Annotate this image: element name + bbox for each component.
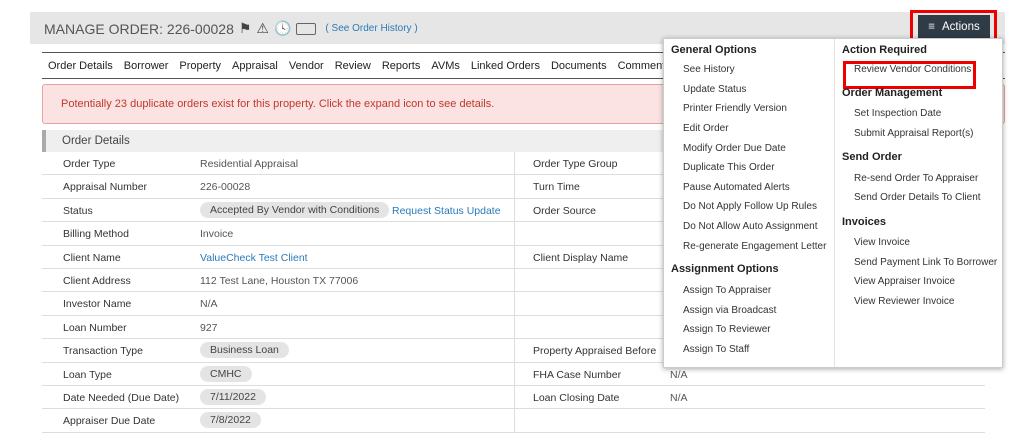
row-right-label: Loan Closing Date: [533, 391, 620, 404]
menu-item-pause-automated-alerts[interactable]: Pause Automated Alerts: [683, 182, 790, 193]
row-value: Residential Appraisal: [200, 158, 299, 170]
menu-item-assign-via-broadcast[interactable]: Assign via Broadcast: [683, 305, 776, 316]
menu-item-update-status[interactable]: Update Status: [683, 84, 746, 95]
menu-item-assign-to-reviewer[interactable]: Assign To Reviewer: [683, 324, 771, 335]
menu-item-printer-friendly-version[interactable]: Printer Friendly Version: [683, 103, 787, 114]
menu-icon: ≡: [928, 21, 935, 33]
order-title: MANAGE ORDER: 226-00028: [44, 20, 234, 37]
id-card-icon[interactable]: [296, 22, 317, 35]
row-label: Billing Method: [63, 228, 129, 241]
row-label: Investor Name: [63, 298, 132, 311]
menu-item-view-reviewer-invoice[interactable]: View Reviewer Invoice: [854, 296, 954, 307]
warning-icon[interactable]: ⚠: [256, 20, 269, 37]
row-right-label: Turn Time: [533, 181, 580, 194]
flag-icon[interactable]: ⚑: [239, 20, 252, 37]
menu-item-modify-order-due-date[interactable]: Modify Order Due Date: [683, 143, 786, 154]
row-right-label: Order Type Group: [533, 158, 618, 170]
menu-item-send-payment-link-to-borrower[interactable]: Send Payment Link To Borrower: [854, 257, 997, 268]
row-right-value: N/A: [670, 391, 688, 404]
row-right-label: FHA Case Number: [533, 368, 622, 381]
row-label: Order Type: [63, 158, 116, 170]
menu-item-review-vendor-conditions[interactable]: Review Vendor Conditions: [854, 64, 971, 75]
row-label: Appraisal Number: [63, 181, 148, 194]
see-order-history-link[interactable]: ( See Order History ): [325, 23, 417, 34]
menu-item-set-inspection-date[interactable]: Set Inspection Date: [854, 108, 941, 119]
row-label: Date Needed (Due Date): [63, 391, 180, 404]
tab-reports[interactable]: Reports: [382, 60, 421, 72]
actions-button[interactable]: ≡ Actions: [918, 15, 990, 39]
row-value: 7/8/2022: [200, 412, 261, 429]
row-value: Business Loan: [200, 342, 289, 359]
row-right-label: Client Display Name: [533, 251, 629, 264]
row-label: Appraiser Due Date: [63, 415, 156, 428]
menu-heading-order_management: Order Management: [842, 87, 943, 99]
tab-order-details[interactable]: Order Details: [48, 60, 113, 72]
table-row: Date Needed (Due Date) 7/11/2022 Loan Clos…: [42, 385, 985, 410]
menu-item-re-send-order-to-appraiser[interactable]: Re-send Order To Appraiser: [854, 173, 978, 184]
tab-documents[interactable]: Documents: [551, 60, 607, 72]
menu-heading-action_required: Action Required: [842, 44, 927, 56]
row-value: 927: [200, 321, 218, 334]
row-label: Status: [63, 204, 93, 217]
menu-item-see-history[interactable]: See History: [683, 64, 735, 75]
row-value: 7/11/2022: [200, 388, 266, 405]
tab-avms[interactable]: AVMs: [431, 60, 460, 72]
row-right-label: Order Source: [533, 204, 597, 217]
page-title: MANAGE ORDER: 226-00028 ⚑ ⚠ 🕓 ( See Orde…: [44, 20, 418, 37]
tab-vendor[interactable]: Vendor: [289, 60, 324, 72]
row-right-value: N/A: [670, 368, 688, 381]
menu-item-submit-appraisal-report-s-[interactable]: Submit Appraisal Report(s): [854, 128, 974, 139]
menu-item-assign-to-staff[interactable]: Assign To Staff: [683, 344, 749, 355]
row-label: Loan Number: [63, 321, 127, 334]
row-value: Invoice: [200, 228, 234, 241]
row-value[interactable]: ValueCheck Test Client: [200, 252, 308, 264]
row-value: 112 Test Lane, Houston TX 77006: [200, 274, 359, 287]
actions-label: Actions: [942, 21, 980, 33]
menu-item-duplicate-this-order[interactable]: Duplicate This Order: [683, 162, 775, 173]
menu-item-do-not-apply-follow-up-rules[interactable]: Do Not Apply Follow Up Rules: [683, 201, 817, 212]
row-value: N/A: [200, 298, 218, 311]
tab-appraisal[interactable]: Appraisal: [232, 60, 278, 72]
menu-heading-assignment: Assignment Options: [671, 263, 779, 275]
tab-linked-orders[interactable]: Linked Orders: [471, 60, 540, 72]
row-value: Accepted By Vendor with Conditions: [200, 201, 390, 218]
request-status-update-link[interactable]: Request Status Update: [392, 205, 501, 217]
menu-item-re-generate-engagement-letter[interactable]: Re-generate Engagement Letter: [683, 241, 826, 252]
menu-item-send-order-details-to-client[interactable]: Send Order Details To Client: [854, 192, 981, 203]
menu-item-view-appraiser-invoice[interactable]: View Appraiser Invoice: [854, 276, 955, 287]
row-right-label: Property Appraised Before: [533, 345, 657, 358]
row-label: Loan Type: [63, 368, 112, 381]
menu-item-edit-order[interactable]: Edit Order: [683, 123, 729, 134]
row-value: 226-00028: [200, 181, 251, 194]
menu-heading-send_order: Send Order: [842, 151, 902, 163]
actions-menu: General Options See History Update Status P…: [663, 38, 1003, 368]
tab-borrower[interactable]: Borrower: [124, 60, 169, 72]
row-label: Client Name: [63, 251, 121, 264]
menu-item-do-not-allow-auto-assignment[interactable]: Do Not Allow Auto Assignment: [683, 221, 818, 232]
tab-property[interactable]: Property: [179, 60, 221, 72]
menu-heading-general: General Options: [671, 44, 757, 56]
clock-icon[interactable]: 🕓: [274, 20, 291, 37]
menu-heading-invoices: Invoices: [842, 216, 887, 228]
row-label: Transaction Type: [63, 345, 143, 358]
tab-review[interactable]: Review: [335, 60, 371, 72]
menu-item-assign-to-appraiser[interactable]: Assign To Appraiser: [683, 285, 771, 296]
row-value: CMHC: [200, 365, 252, 382]
table-row: Appraiser Due Date 7/8/2022: [42, 409, 985, 433]
row-label: Client Address: [63, 274, 131, 287]
menu-item-view-invoice[interactable]: View Invoice: [854, 237, 910, 248]
